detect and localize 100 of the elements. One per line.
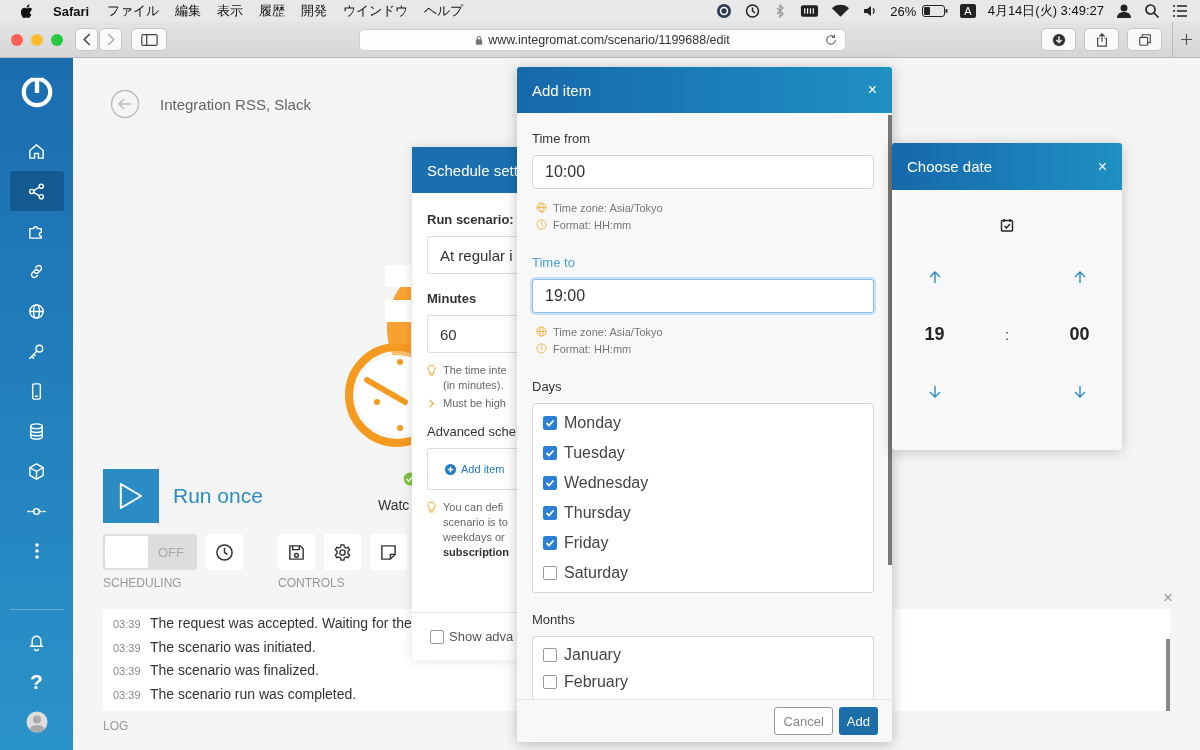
arrow-up-icon[interactable] — [1072, 270, 1087, 284]
checkmark-icon — [544, 477, 556, 489]
circle-icon[interactable] — [716, 3, 733, 19]
list-icon[interactable] — [1172, 3, 1188, 19]
checkbox-label[interactable]: Show adva — [449, 629, 514, 644]
schedule-button[interactable] — [206, 534, 243, 570]
note-icon — [379, 542, 398, 562]
save-button[interactable] — [278, 534, 315, 570]
log-message: The scenario was finalized. — [150, 662, 319, 678]
download-icon — [1051, 32, 1066, 47]
minute-value[interactable]: 00 — [1069, 324, 1090, 345]
window-controls-icon[interactable] — [10, 32, 66, 47]
dialog-title: Add item — [532, 81, 592, 99]
arrow-down-icon[interactable] — [927, 385, 942, 399]
apple-icon[interactable] — [20, 3, 33, 19]
hint-text: Time zone: Asia/Tokyo — [553, 201, 663, 214]
menu-app-name[interactable]: Safari — [53, 3, 90, 19]
menu-item[interactable]: 開発 — [301, 2, 328, 20]
menu-item[interactable]: 表示 — [217, 2, 244, 20]
checkbox[interactable] — [430, 629, 444, 644]
hour-value[interactable]: 19 — [924, 324, 945, 345]
cancel-button[interactable]: Cancel — [774, 707, 833, 735]
history-icon[interactable] — [744, 3, 761, 19]
sidebar-item[interactable] — [9, 171, 64, 211]
checkbox-label[interactable]: Tuesday — [564, 444, 625, 462]
downloads-button[interactable] — [1041, 28, 1076, 51]
scrollbar[interactable] — [888, 115, 892, 565]
keyboard-icon[interactable] — [800, 4, 820, 18]
url-text: www.integromat.com/scenario/1199688/edit — [488, 32, 730, 47]
checkbox[interactable] — [543, 416, 557, 430]
checkbox[interactable] — [543, 476, 557, 490]
wifi-icon[interactable] — [831, 4, 851, 18]
log-time: 03:39 — [113, 618, 142, 630]
sidebar-button[interactable] — [131, 28, 167, 51]
back-button[interactable] — [75, 28, 98, 51]
user-icon[interactable] — [1116, 3, 1132, 19]
menu-clock[interactable]: 4月14日(火) 3:49:27 — [987, 2, 1104, 20]
add-button[interactable]: Add — [838, 707, 878, 735]
add-item-link[interactable]: Add item — [445, 463, 505, 475]
time-field[interactable]: 19:00 — [532, 279, 874, 313]
menu-item[interactable]: 編集 — [175, 2, 202, 20]
share-button[interactable] — [1084, 28, 1119, 51]
time-separator: : — [1005, 326, 1009, 343]
reload-icon[interactable] — [825, 33, 837, 46]
clock-icon — [536, 219, 547, 230]
arrow-down-icon[interactable] — [1072, 385, 1087, 399]
checkbox[interactable] — [543, 506, 557, 520]
checkbox-label[interactable]: January — [564, 645, 621, 664]
field-label: Time from — [532, 131, 592, 146]
tabs-button[interactable] — [1127, 28, 1162, 51]
help-button[interactable]: ? — [9, 662, 64, 702]
menu-item[interactable]: ファイル — [107, 2, 160, 20]
database-icon — [27, 421, 46, 441]
hint-text: Must be high — [443, 397, 506, 409]
close-button[interactable]: × — [1097, 157, 1107, 176]
checkbox-label[interactable]: Wednesday — [564, 474, 649, 492]
checkbox-label[interactable]: Friday — [564, 534, 609, 552]
checkbox[interactable] — [543, 674, 557, 689]
dialog-title: Choose date — [907, 158, 993, 175]
log-caption: LOG — [103, 719, 129, 733]
checkbox-label[interactable]: February — [564, 672, 629, 691]
close-button[interactable]: × — [867, 81, 877, 99]
search-icon[interactable] — [1144, 3, 1160, 19]
sidebar-icon — [140, 33, 158, 46]
checkbox-label[interactable]: Thursday — [564, 504, 631, 522]
power-logo-icon[interactable] — [19, 75, 54, 109]
address-field[interactable]: www.integromat.com/scenario/1199688/edit — [359, 28, 846, 51]
module-label: Watc — [378, 497, 410, 513]
arrow-up-icon[interactable] — [927, 270, 942, 284]
lightbulb-icon — [427, 501, 436, 514]
scrollbar[interactable] — [1166, 639, 1170, 711]
scenario-title: Integration RSS, Slack — [160, 95, 311, 113]
settings-button[interactable] — [324, 534, 361, 570]
checkbox[interactable] — [543, 566, 557, 580]
input-source-indicator[interactable]: A — [960, 4, 976, 18]
clock-icon — [215, 542, 234, 562]
avatar-icon — [25, 711, 48, 733]
notes-button[interactable] — [370, 534, 407, 570]
calendar-check-icon[interactable] — [1000, 218, 1014, 232]
checkbox-label[interactable]: Monday — [564, 414, 621, 432]
section-label: Advanced sche — [427, 424, 517, 439]
hint-text: scenario is to — [443, 516, 509, 528]
share-icon — [27, 181, 46, 201]
time-field[interactable]: 10:00 — [532, 155, 874, 189]
checkbox-label[interactable]: Saturday — [564, 564, 629, 582]
run-once-button[interactable] — [103, 469, 159, 523]
field-label: Run scenario: — [427, 212, 515, 227]
menu-item[interactable]: ウインドウ — [343, 2, 409, 20]
menu-item[interactable]: 履歴 — [259, 2, 286, 20]
checkbox[interactable] — [543, 536, 557, 550]
checkbox[interactable] — [543, 647, 557, 662]
hint-text: subscription — [443, 546, 509, 558]
menu-item[interactable]: ヘルプ — [424, 2, 464, 20]
checkmark-icon — [544, 507, 556, 519]
checkbox[interactable] — [543, 446, 557, 460]
field-label: Months — [532, 612, 576, 627]
battery-icon[interactable] — [922, 5, 949, 17]
cube-icon — [27, 461, 46, 481]
log-time: 03:39 — [113, 641, 142, 654]
plus-circle-icon — [445, 463, 456, 475]
